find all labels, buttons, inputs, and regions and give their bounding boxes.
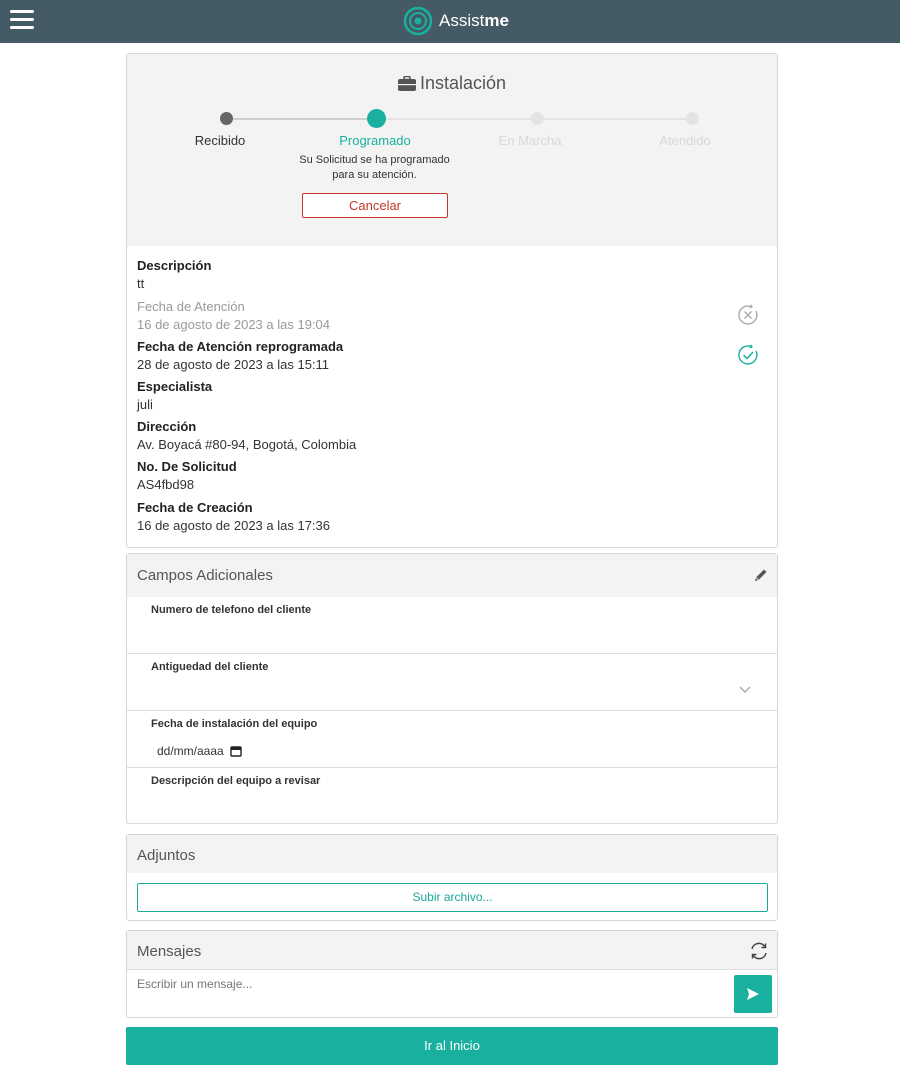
extra-fields-header: Campos Adicionales [127,554,777,597]
field-value: 28 de agosto de 2023 a las 15:11 [137,357,330,372]
extra-field-label: Antiguedad del cliente [151,661,269,673]
field-label: Especialista [137,379,213,394]
field-label: Descripción [137,258,212,273]
field-label: Fecha de Creación [137,500,253,515]
pencil-icon[interactable] [753,567,769,583]
app-logo: Assistme [403,5,509,37]
field-no-solicitud: No. De Solicitud AS4fbd98 [137,459,237,492]
date-input[interactable]: dd/mm/aaaa [157,744,242,758]
extra-fields-title: Campos Adicionales [137,567,273,584]
field-label: Fecha de Atención reprogramada [137,339,344,354]
field-value: Av. Boyacá #80-94, Bogotá, Colombia [137,437,357,452]
date-placeholder: dd/mm/aaaa [157,744,224,758]
field-descripcion: Descripción tt [137,258,211,291]
extra-field-label: Descripción del equipo a revisar [151,775,321,787]
attachments-title: Adjuntos [137,847,196,864]
briefcase-icon [397,76,416,91]
step-label-recibido: Recibido [194,133,246,148]
top-bar: Assistme [0,0,900,43]
request-title: Instalación [127,73,777,94]
upload-file-button[interactable]: Subir archivo... [137,883,768,912]
message-input[interactable]: Escribir un mensaje... [137,977,252,991]
field-value: 16 de agosto de 2023 a las 19:04 [137,317,330,332]
field-value: juli [137,397,153,412]
reject-date-icon[interactable] [737,304,759,326]
step-dot-en-marcha [531,112,544,125]
extra-field-row[interactable]: Fecha de instalación del equipo dd/mm/aa… [127,711,777,768]
go-home-button[interactable]: Ir al Inicio [126,1027,778,1065]
logo-text: Assistme [439,11,509,30]
field-fecha-atencion: Fecha de Atención 16 de agosto de 2023 a… [137,299,330,332]
cancel-button[interactable]: Cancelar [302,193,448,218]
step-label-programado: Programado [339,133,411,148]
menu-icon[interactable] [10,10,34,30]
extra-field-row[interactable]: Descripción del equipo a revisar [127,768,777,824]
chevron-down-icon[interactable] [739,686,751,694]
messages-card: Mensajes Escribir un mensaje... [126,930,778,1018]
field-label: Dirección [137,419,197,434]
extra-fields-card: Campos Adicionales Numero de telefono de… [126,553,778,824]
extra-field-label: Fecha de instalación del equipo [151,718,318,730]
field-value: 16 de agosto de 2023 a las 17:36 [137,518,330,533]
refresh-icon[interactable] [749,941,769,961]
step-description: Su Solicitud se ha programado para su at… [299,154,450,181]
send-icon [747,988,759,1000]
step-connector [226,118,376,120]
request-card: Instalación Recibido Programado En March… [126,53,778,548]
field-value: tt [137,276,145,291]
messages-title: Mensajes [137,943,202,960]
extra-field-row[interactable]: Antiguedad del cliente [127,654,777,711]
send-button[interactable] [734,975,772,1013]
step-label-atendido: Atendido [659,133,711,148]
field-label: No. De Solicitud [137,459,237,474]
step-label-en-marcha: En Marcha [498,133,562,148]
step-dot-recibido [220,112,233,125]
messages-header: Mensajes [127,931,777,970]
field-especialista: Especialista juli [137,379,212,412]
field-label: Fecha de Atención [137,299,245,314]
attachments-card: Adjuntos Subir archivo... [126,834,778,921]
step-dot-programado [367,109,386,128]
field-fecha-reprogramada: Fecha de Atención reprogramada 28 de ago… [137,339,343,372]
accept-date-icon[interactable] [737,344,759,366]
extra-field-row[interactable]: Numero de telefono del cliente [127,597,777,654]
field-value: AS4fbd98 [137,477,195,492]
extra-field-label: Numero de telefono del cliente [151,604,312,616]
field-fecha-creacion: Fecha de Creación 16 de agosto de 2023 a… [137,500,330,533]
field-direccion: Dirección Av. Boyacá #80-94, Bogotá, Col… [137,419,356,452]
logo-icon [403,6,433,36]
step-dot-atendido [686,112,699,125]
attachments-header: Adjuntos [127,835,777,873]
calendar-icon[interactable] [230,745,242,757]
request-status-panel: Instalación Recibido Programado En March… [127,54,777,246]
